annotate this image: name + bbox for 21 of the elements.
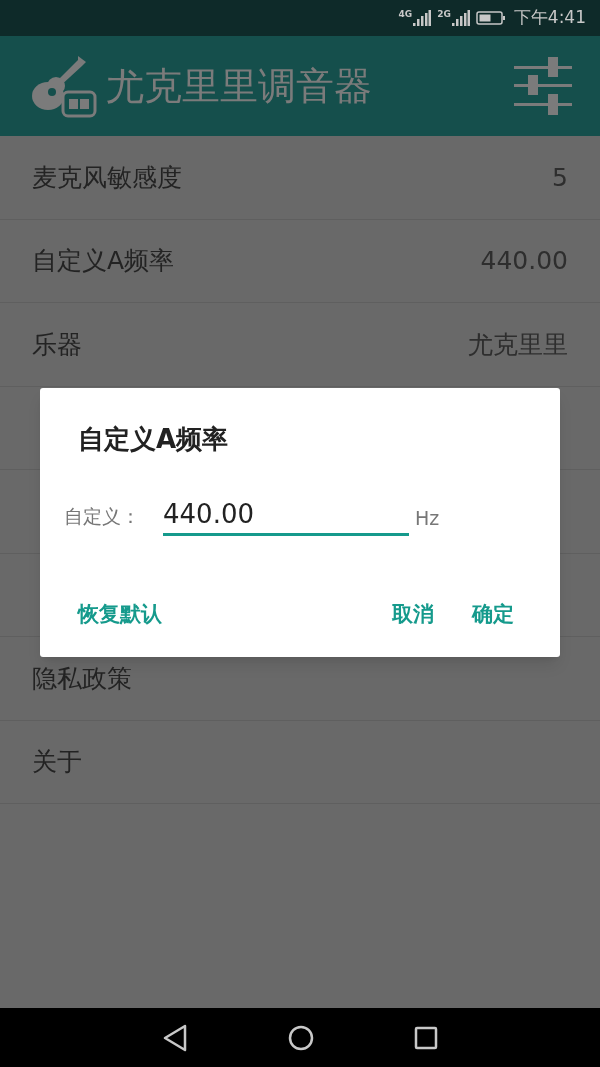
home-icon[interactable] — [288, 1024, 314, 1051]
signal-icon — [413, 10, 432, 26]
signal-icon — [451, 10, 470, 26]
field-label: 自定义： — [64, 504, 140, 529]
dialog-button[interactable]: 取消 — [380, 594, 446, 636]
unit-label: Hz — [415, 506, 440, 531]
recents-icon[interactable] — [414, 1025, 438, 1050]
battery-icon — [475, 10, 506, 26]
network-type: 4G — [398, 10, 413, 19]
network-type: 2G — [437, 10, 451, 19]
settings-row[interactable]: 自定义A频率 440.00 — [0, 219, 600, 303]
dialog-button[interactable]: 确定 — [460, 594, 526, 636]
frequency-input[interactable]: 440.00 — [163, 494, 409, 536]
dialog-button[interactable]: 恢复默认 — [66, 594, 174, 636]
app-title: 尤克里里调音器 — [106, 62, 372, 110]
settings-row[interactable]: 麦克风敏感度 5 — [0, 136, 600, 220]
back-icon[interactable] — [162, 1023, 188, 1052]
dialog-title: 自定义A频率 — [78, 423, 229, 456]
settings-row[interactable]: 乐器 尤克里里 — [0, 303, 600, 387]
clock: 下午4:41 — [513, 6, 586, 30]
settings-row[interactable]: 关于 — [0, 720, 600, 804]
